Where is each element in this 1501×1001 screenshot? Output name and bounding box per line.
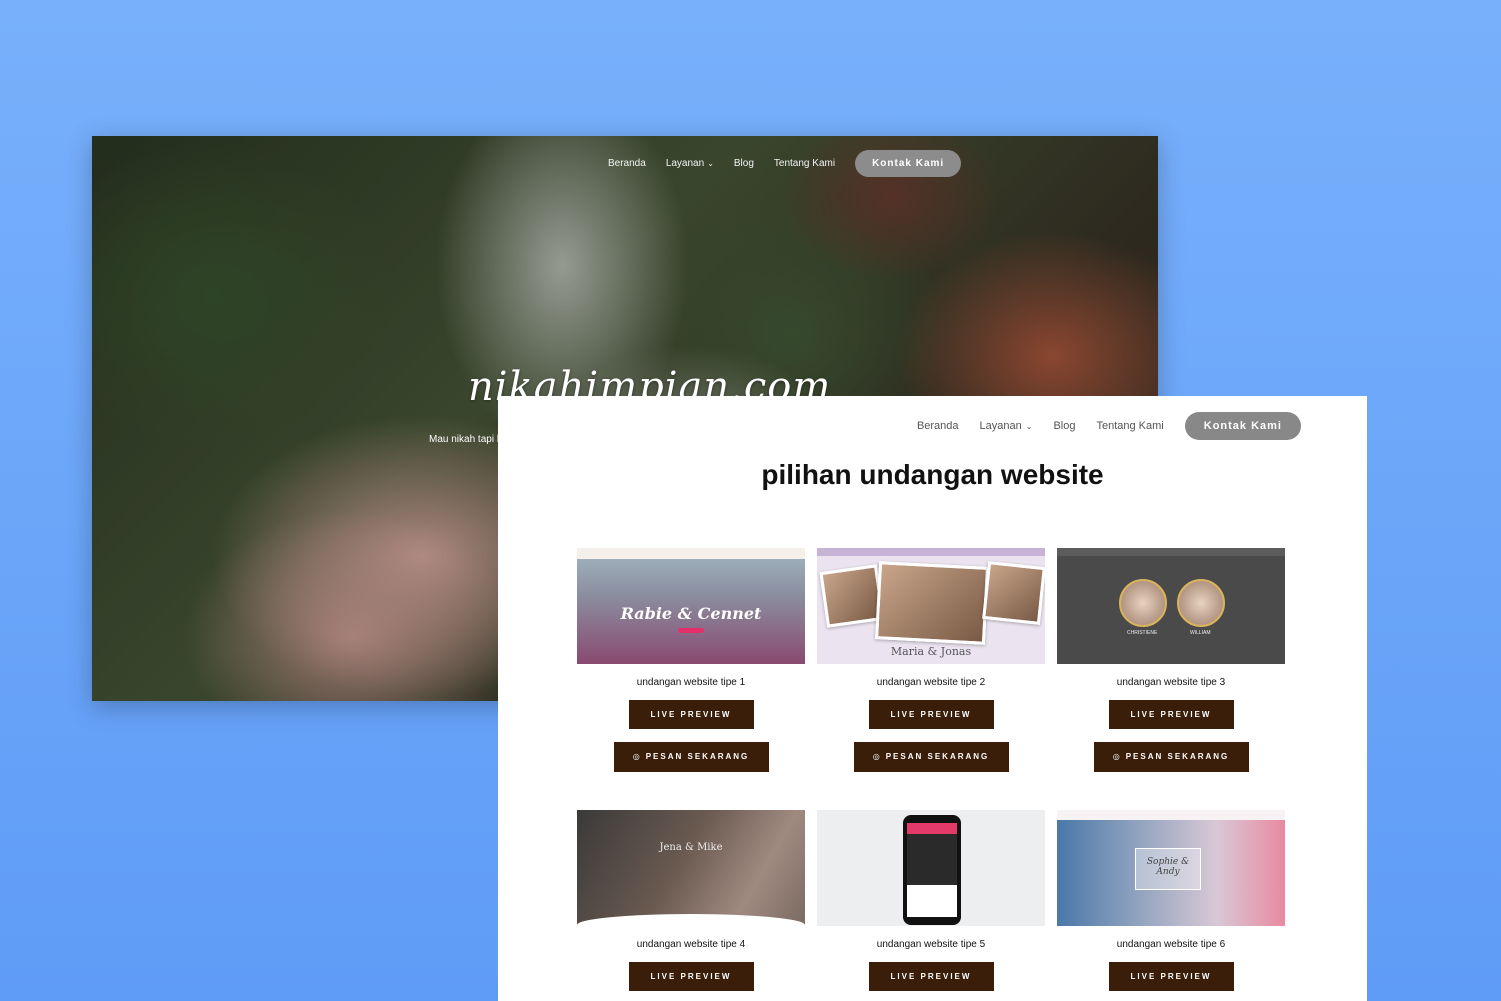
template-caption: undangan website tipe 1 [636, 677, 746, 688]
thumb-wave [577, 914, 805, 926]
contact-button[interactable]: Kontak Kami [1184, 412, 1301, 440]
order-now-button[interactable]: ◎ PESAN SEKARANG [853, 742, 1009, 772]
whatsapp-icon: ◎ [632, 752, 642, 761]
hero-nav-blog[interactable]: Blog [734, 158, 754, 169]
template-thumbnail[interactable]: Maria & Jonas [817, 548, 1045, 664]
hero-contact-button[interactable]: Kontak Kami [855, 150, 962, 177]
live-preview-button[interactable]: LIVE PREVIEW [1108, 700, 1234, 729]
hero-nav: Beranda Layanan ⌄ Blog Tentang Kami Konta… [608, 150, 962, 177]
thumb-button [678, 628, 704, 633]
thumb-navbar [1057, 548, 1285, 556]
thumb-couple-names: Rabie & Cennet [620, 604, 762, 623]
template-thumbnail[interactable]: Sophie & Andy [1057, 810, 1285, 926]
hero-nav-beranda[interactable]: Beranda [608, 158, 646, 169]
thumb-photo [875, 561, 989, 645]
template-card: undangan website tipe 5 LIVE PREVIEW [817, 810, 1045, 991]
nav-layanan[interactable]: Layanan ⌄ [980, 420, 1033, 432]
thumb-couple-names: Maria & Jonas [890, 645, 972, 658]
template-card: Rabie & Cennet undangan website tipe 1 L… [577, 548, 805, 772]
template-caption: undangan website tipe 4 [636, 939, 746, 950]
whatsapp-icon: ◎ [1112, 752, 1122, 761]
thumb-groom-name: WILLIAM [1190, 630, 1211, 636]
thumb-groom-photo [1177, 579, 1225, 627]
hero-subtitle: Mau nikah tapi b [429, 434, 503, 445]
template-card: CHRISTIENE WILLIAM undangan website tipe… [1057, 548, 1285, 772]
thumb-phone-body [907, 885, 957, 917]
order-now-label: PESAN SEKARANG [1125, 752, 1230, 761]
template-caption: undangan website tipe 2 [876, 677, 986, 688]
order-now-button[interactable]: ◎ PESAN SEKARANG [613, 742, 769, 772]
order-now-label: PESAN SEKARANG [645, 752, 750, 761]
live-preview-button[interactable]: LIVE PREVIEW [1108, 962, 1234, 991]
template-card: Maria & Jonas undangan website tipe 2 LI… [817, 548, 1045, 772]
thumb-photo [982, 561, 1045, 625]
page-title: pilihan undangan website [761, 459, 1104, 490]
thumb-bride-name: CHRISTIENE [1127, 630, 1158, 636]
order-now-button[interactable]: ◎ PESAN SEKARANG [1093, 742, 1249, 772]
template-thumbnail[interactable]: Jena & Mike [577, 810, 805, 926]
order-now-label: PESAN SEKARANG [885, 752, 990, 761]
thumb-bride-photo [1119, 579, 1167, 627]
thumb-photo [819, 564, 885, 628]
live-preview-button[interactable]: LIVE PREVIEW [868, 700, 994, 729]
hero-nav-layanan-label: Layanan [665, 158, 705, 169]
nav-tentang-kami[interactable]: Tentang Kami [1096, 420, 1163, 432]
thumb-couple-names: Sophie & Andy [1146, 857, 1190, 877]
live-preview-button[interactable]: LIVE PREVIEW [628, 700, 754, 729]
thumb-phone-header [907, 823, 957, 834]
hero-nav-layanan[interactable]: Layanan ⌄ [666, 158, 714, 169]
nav-layanan-label: Layanan [979, 420, 1022, 432]
nav-blog[interactable]: Blog [1053, 420, 1075, 432]
template-caption: undangan website tipe 6 [1116, 939, 1226, 950]
template-caption: undangan website tipe 5 [876, 939, 986, 950]
thumb-navbar [1057, 810, 1285, 820]
caret-down-icon: ⌄ [707, 159, 714, 168]
catalog-page: Beranda Layanan ⌄ Blog Tentang Kami Konta… [498, 396, 1367, 1001]
hero-nav-tentang[interactable]: Tentang Kami [774, 158, 835, 169]
template-card: Sophie & Andy undangan website tipe 6 LI… [1057, 810, 1285, 991]
whatsapp-icon: ◎ [872, 752, 882, 761]
nav-beranda[interactable]: Beranda [917, 420, 959, 432]
thumb-couple-names: Jena & Mike [659, 842, 723, 853]
main-nav: Beranda Layanan ⌄ Blog Tentang Kami Konta… [917, 412, 1301, 440]
live-preview-button[interactable]: LIVE PREVIEW [628, 962, 754, 991]
template-caption: undangan website tipe 3 [1116, 677, 1226, 688]
thumb-navbar [817, 548, 1045, 556]
template-thumbnail[interactable]: Rabie & Cennet [577, 548, 805, 664]
template-thumbnail[interactable] [817, 810, 1045, 926]
thumb-navbar [577, 548, 805, 559]
template-card: Jena & Mike undangan website tipe 4 LIVE… [577, 810, 805, 991]
template-thumbnail[interactable]: CHRISTIENE WILLIAM [1057, 548, 1285, 664]
live-preview-button[interactable]: LIVE PREVIEW [868, 962, 994, 991]
thumb-phone-screen [907, 823, 957, 917]
caret-down-icon: ⌄ [1025, 422, 1033, 431]
